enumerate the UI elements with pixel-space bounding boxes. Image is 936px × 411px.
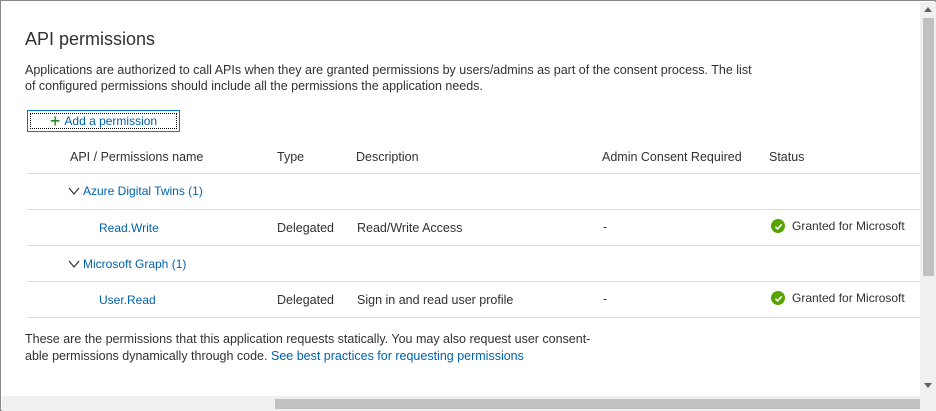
add-permission-button[interactable]: + Add a permission (27, 110, 180, 132)
status-badge: Granted for Microsoft (771, 219, 905, 233)
group-label: Azure Digital Twins (1) (83, 184, 203, 198)
group-microsoft-graph[interactable]: Microsoft Graph (1) (67, 257, 186, 271)
admin-consent-value: - (603, 220, 608, 234)
status-label: Granted for Microsoft (792, 219, 905, 233)
scrollbar-corner (920, 396, 936, 411)
checkmark-circle-icon (771, 219, 785, 233)
row-divider (27, 281, 921, 282)
column-header-status[interactable]: Status (769, 150, 804, 164)
permission-description: Sign in and read user profile (357, 293, 514, 307)
column-header-description[interactable]: Description (356, 150, 419, 164)
column-header-type[interactable]: Type (277, 150, 304, 164)
row-divider (27, 317, 921, 318)
vertical-scrollbar[interactable] (920, 2, 936, 396)
row-divider (27, 245, 921, 246)
horizontal-scrollbar[interactable] (2, 396, 920, 411)
row-divider (27, 209, 921, 210)
checkmark-circle-icon (771, 291, 785, 305)
chevron-down-icon (68, 260, 80, 268)
scroll-down-arrow-icon[interactable] (924, 383, 932, 388)
footer-note: These are the permissions that this appl… (25, 331, 625, 365)
best-practices-link[interactable]: See best practices for requesting permis… (271, 349, 524, 363)
intro-line-2: of configured permissions should include… (25, 79, 483, 93)
horizontal-scroll-thumb[interactable] (275, 399, 920, 409)
permission-type: Delegated (277, 221, 334, 235)
permission-link-user-read[interactable]: User.Read (99, 293, 156, 307)
group-label: Microsoft Graph (1) (83, 257, 187, 271)
permission-description: Read/Write Access (357, 221, 463, 235)
row-divider (27, 173, 921, 174)
scroll-up-arrow-icon[interactable] (924, 7, 932, 12)
admin-consent-value: - (603, 292, 608, 306)
footer-line-1: These are the permissions that this appl… (25, 332, 591, 346)
add-permission-label: Add a permission (64, 114, 158, 128)
status-label: Granted for Microsoft (792, 291, 905, 305)
column-header-admin-consent[interactable]: Admin Consent Required (602, 150, 742, 164)
permission-type: Delegated (277, 293, 334, 307)
vertical-scroll-thumb[interactable] (923, 18, 934, 276)
column-header-api-name[interactable]: API / Permissions name (70, 150, 203, 164)
chevron-down-icon (68, 187, 80, 195)
status-badge: Granted for Microsoft (771, 291, 905, 305)
footer-line-2: able permissions dynamically through cod… (25, 349, 524, 363)
permission-link-read-write[interactable]: Read.Write (99, 221, 159, 235)
group-azure-digital-twins[interactable]: Azure Digital Twins (1) (67, 184, 203, 198)
intro-text: Applications are authorized to call APIs… (25, 62, 785, 94)
api-permissions-panel: API permissions Applications are authori… (0, 0, 936, 411)
plus-icon: + (49, 111, 61, 131)
intro-line-1: Applications are authorized to call APIs… (25, 63, 752, 77)
page-title: API permissions (25, 29, 156, 49)
